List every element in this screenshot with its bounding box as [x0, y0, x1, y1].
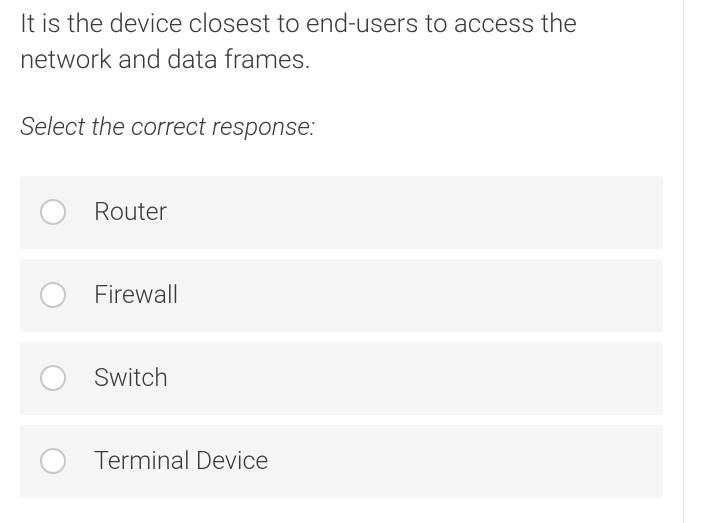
question-text: It is the device closest to end-users to… [20, 6, 663, 79]
radio-icon [40, 448, 66, 474]
option-firewall[interactable]: Firewall [20, 259, 663, 332]
option-label: Firewall [94, 281, 178, 310]
options-list: Router Firewall Switch Terminal Device [20, 176, 663, 498]
quiz-question-panel: It is the device closest to end-users to… [0, 0, 684, 523]
option-terminal-device[interactable]: Terminal Device [20, 425, 663, 498]
option-label: Switch [94, 364, 168, 393]
question-instruction: Select the correct response: [20, 113, 663, 142]
option-label: Terminal Device [94, 447, 268, 476]
radio-icon [40, 199, 66, 225]
radio-icon [40, 282, 66, 308]
option-switch[interactable]: Switch [20, 342, 663, 415]
option-label: Router [94, 198, 167, 227]
option-router[interactable]: Router [20, 176, 663, 249]
radio-icon [40, 365, 66, 391]
